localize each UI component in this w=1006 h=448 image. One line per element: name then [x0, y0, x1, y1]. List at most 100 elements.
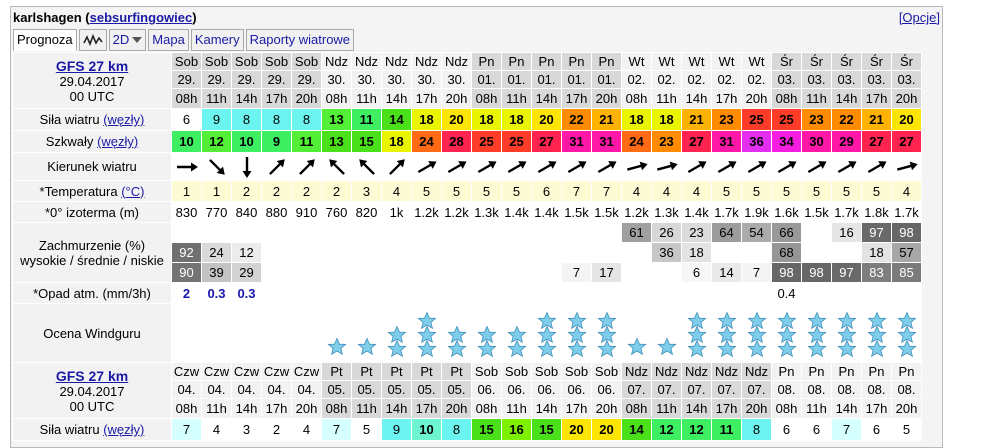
cloud-high — [591, 222, 622, 243]
day-date: 05. — [351, 380, 382, 399]
isotherm: 880 — [261, 201, 292, 223]
wind-arrow-icon — [711, 152, 742, 181]
day-date: 04. — [261, 380, 292, 399]
gust-speed: 36 — [741, 130, 772, 153]
tab-raporty[interactable]: Raporty wiatrowe — [245, 29, 355, 51]
day-name: Sob — [591, 362, 622, 381]
tab-mapa-label: Mapa — [152, 32, 185, 47]
cloud-low — [321, 262, 352, 283]
temp-unit-link[interactable]: (°C) — [121, 184, 144, 199]
gust-unit-link[interactable]: (węzły) — [97, 134, 138, 149]
tab-2d[interactable]: 2D — [108, 29, 147, 51]
isotherm: 1.2k — [621, 201, 652, 223]
isotherm: 1.5k — [591, 201, 622, 223]
wind-unit-link[interactable]: (węzły) — [103, 112, 144, 127]
tab-mapa[interactable]: Mapa — [148, 29, 189, 51]
temperature-row: *Temperatura (°C) 1 1 2 2 2 2 3 4 5 5 5 5 6 7 7 4 4 4 5 5 5 5 5… — [12, 180, 922, 202]
gust-speed: 9 — [261, 130, 292, 153]
isotherm: 1.2k — [411, 201, 442, 223]
cloud-high: 23 — [681, 222, 712, 243]
tab-prognoza[interactable]: Prognoza — [13, 29, 77, 51]
cloud-low — [501, 262, 532, 283]
rain: 2 — [171, 282, 202, 304]
cloud-mid: 92 — [171, 242, 202, 263]
rating-star-icon — [231, 303, 262, 363]
day-name: Ndz — [441, 52, 472, 71]
direction-label: Kierunek wiatru — [47, 159, 137, 174]
model-link[interactable]: GFS 27 km — [14, 58, 171, 74]
gust-speed: 31 — [561, 130, 592, 153]
wind-arrow-icon — [231, 152, 262, 181]
day-date: 08. — [891, 380, 922, 399]
day-name: Ndz — [381, 52, 412, 71]
wind-speed: 7 — [831, 418, 862, 441]
temperature: 5 — [771, 180, 802, 202]
day-name: Czw — [291, 362, 322, 381]
wind-speed: 18 — [621, 108, 652, 131]
model-link[interactable]: GFS 27 km — [14, 368, 171, 384]
gust-speed: 27 — [891, 130, 922, 153]
temperature: 1 — [201, 180, 232, 202]
day-name: Śr — [771, 52, 802, 71]
day-date: 05. — [381, 380, 412, 399]
cloud-high — [471, 222, 502, 243]
cloud-mid: 36 — [651, 242, 682, 263]
day-date: 03. — [831, 70, 862, 89]
isotherm: 1.4k — [681, 201, 712, 223]
wind-unit-link-2[interactable]: (węzły) — [103, 422, 144, 437]
day-name: Sob — [471, 362, 502, 381]
wind-arrow-icon — [351, 152, 382, 181]
gust-speed: 31 — [591, 130, 622, 153]
wind-speed: 8 — [441, 418, 472, 441]
rain — [711, 282, 742, 304]
wind-arrow-icon — [891, 152, 922, 181]
rain: 0.3 — [231, 282, 262, 304]
cloud-mid: 57 — [891, 242, 922, 263]
temperature: 3 — [351, 180, 382, 202]
rain-label: *Opad atm. (mm/3h) — [33, 285, 151, 301]
temp-label: *Temperatura — [39, 183, 118, 199]
temperature: 4 — [621, 180, 652, 202]
day-date: 30. — [441, 70, 472, 89]
forecast-table: GFS 27 km 29.04.2017 00 UTC Sob Sob Sob Sob Sob… — [12, 52, 922, 441]
row-label: Siła wiatru (węzły) — [12, 108, 172, 131]
temperature: 2 — [321, 180, 352, 202]
rain — [351, 282, 382, 304]
temperature: 4 — [681, 180, 712, 202]
run-utc: 00 UTC — [69, 88, 115, 104]
wind-speed: 18 — [651, 108, 682, 131]
wind-speed: 6 — [861, 418, 892, 441]
cloud-mid — [291, 242, 322, 263]
user-link[interactable]: sebsurfingowiec — [90, 10, 193, 25]
hour: 20h — [441, 398, 472, 419]
wind-arrow-icon — [321, 152, 352, 181]
day-name: Pn — [861, 362, 892, 381]
cloud-mid — [501, 242, 532, 263]
wind-arrow-icon — [801, 152, 832, 181]
hour: 11h — [501, 88, 532, 109]
rain — [681, 282, 712, 304]
day-date: 08. — [831, 380, 862, 399]
hour: 08h — [471, 398, 502, 419]
day-name: Sob — [291, 52, 322, 71]
hour: 20h — [591, 88, 622, 109]
isotherm: 760 — [321, 201, 352, 223]
isotherm: 1.5k — [561, 201, 592, 223]
rain — [531, 282, 562, 304]
day-date: 29. — [201, 70, 232, 89]
cloud-high — [351, 222, 382, 243]
rating-star-icon — [741, 303, 772, 363]
cloud-mid — [741, 242, 772, 263]
rating-star-icon — [801, 303, 832, 363]
options-link[interactable]: [Opcje] — [899, 10, 940, 25]
rating-star-icon — [711, 303, 742, 363]
tab-kamery[interactable]: Kamery — [190, 29, 244, 51]
cloud-mid — [801, 242, 832, 263]
tab-graph[interactable] — [78, 29, 107, 51]
temperature: 4 — [651, 180, 682, 202]
day-date: 29. — [171, 70, 202, 89]
cloud-high — [501, 222, 532, 243]
cloud-high — [261, 222, 292, 243]
wind-speed: 8 — [231, 108, 262, 131]
row-label: GFS 27 km 29.04.2017 00 UTC — [12, 52, 172, 109]
